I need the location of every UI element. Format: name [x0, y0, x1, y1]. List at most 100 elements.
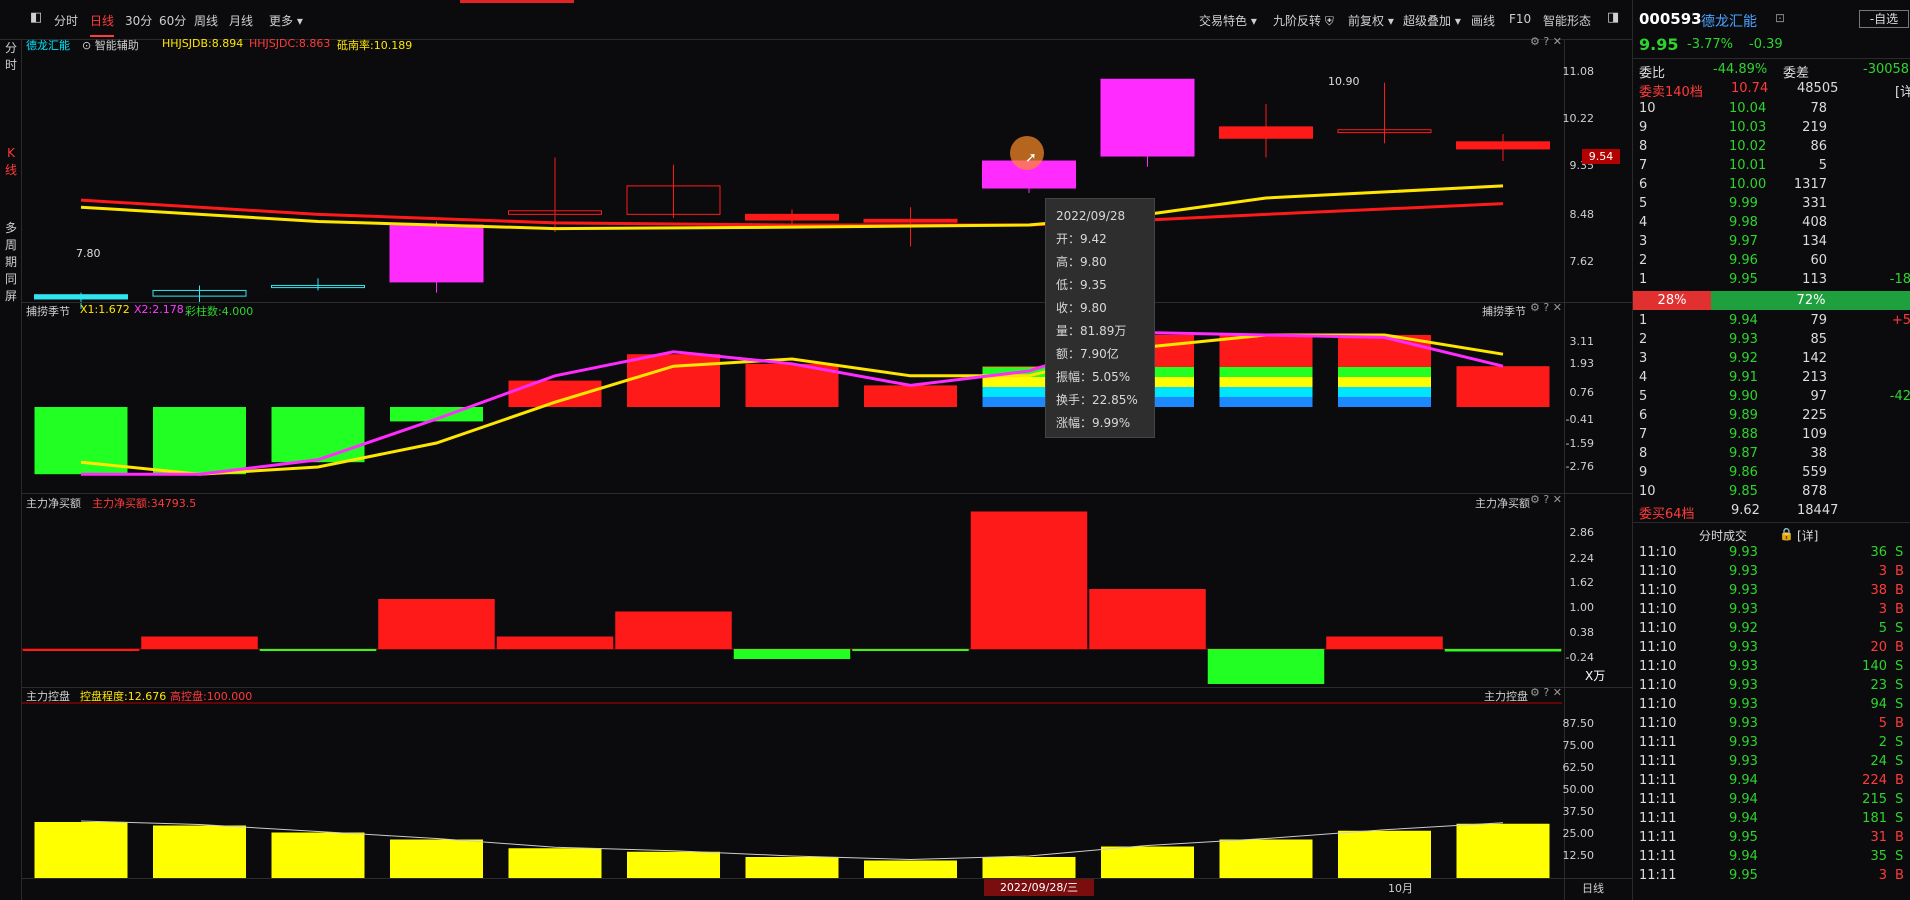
period-label: 日线 [1582, 882, 1604, 895]
ind-hhjsjdb: HHJSJDB:8.894 [162, 37, 244, 50]
panel3-controls[interactable]: ⚙ ? ✕ [1530, 493, 1562, 506]
tab-weekly[interactable]: 周线 [194, 12, 218, 29]
ask-level-row[interactable]: 7 10.01 5 [1633, 157, 1910, 176]
panel2-controls[interactable]: ⚙ ? ✕ [1530, 301, 1562, 314]
panel1-controls[interactable]: ⚙ ? ✕ [1530, 35, 1562, 48]
menu-fuquan[interactable]: 前复权 ▾ [1348, 12, 1394, 29]
trade-row: 11:10 9.93 5 B [1633, 715, 1910, 734]
bid-level-row[interactable]: 4 9.91 213 [1633, 369, 1910, 388]
season-bar [864, 385, 957, 407]
weibi-value: -44.89% [1713, 62, 1768, 77]
menu-f10[interactable]: F10 [1509, 12, 1531, 26]
netbuy-bar [1089, 589, 1206, 649]
level-volume: 86 [1810, 139, 1827, 154]
panel-divider [22, 878, 1632, 879]
ask-level-row[interactable]: 1 9.95 113 -18 [1633, 271, 1910, 290]
buy-depth-label: 委买64档 [1639, 507, 1695, 522]
nav-multi-period[interactable]: 多周期同屏 [4, 220, 18, 310]
trade-price: 9.93 [1729, 564, 1758, 579]
netbuy-bar [615, 611, 732, 649]
trade-row: 11:11 9.94 181 S [1633, 810, 1910, 829]
chart-area[interactable]: 德龙汇能 ⊙ 智能辅助 HHJSJDB:8.894 HHJSJDC:8.863 … [22, 35, 1632, 900]
tab-more[interactable]: 更多 ▾ [269, 12, 303, 29]
trade-volume: 224 [1862, 773, 1887, 788]
tooltip-amplitude: 振幅：5.05% [1056, 370, 1131, 384]
level-index: 8 [1639, 139, 1648, 154]
menu-nine-reverse[interactable]: 九阶反转 ⛨ [1273, 12, 1334, 29]
menu-pattern[interactable]: 智能形态 [1543, 12, 1591, 29]
netbuy-bar [259, 649, 377, 651]
ask-level-row[interactable]: 10 10.04 78 [1633, 100, 1910, 119]
price-tick: 10.22 [1562, 112, 1595, 125]
trade-time: 11:11 [1639, 773, 1677, 788]
ask-level-row[interactable]: 3 9.97 134 [1633, 233, 1910, 252]
level-index: 7 [1639, 427, 1648, 442]
watchlist-button[interactable]: -自选 [1859, 10, 1909, 28]
tab-60min[interactable]: 60分 [159, 12, 186, 29]
kline-chart[interactable] [22, 40, 1632, 900]
trades-detail-link[interactable]: [详] [1797, 527, 1818, 544]
ask-level-row[interactable]: 8 10.02 86 [1633, 138, 1910, 157]
trade-volume: 94 [1870, 697, 1887, 712]
level-price: 10.03 [1729, 120, 1767, 135]
level-volume: 113 [1802, 272, 1827, 287]
menu-trade-feature[interactable]: 交易特色 ▾ [1199, 12, 1257, 29]
toolbar-accent [460, 0, 574, 3]
sidebar-toggle-icon[interactable]: ◨ [1607, 10, 1619, 25]
trades-title: 分时成交 [1699, 529, 1748, 543]
control-bar [153, 825, 246, 878]
bid-level-row[interactable]: 5 9.90 97 -42 [1633, 388, 1910, 407]
trade-row: 11:10 9.93 94 S [1633, 696, 1910, 715]
level-price: 9.92 [1729, 351, 1758, 366]
control-tick: 37.50 [1562, 805, 1595, 818]
bid-level-row[interactable]: 3 9.92 142 [1633, 350, 1910, 369]
tab-monthly[interactable]: 月线 [229, 12, 253, 29]
tooltip-open: 开：9.42 [1056, 232, 1107, 246]
trade-price: 9.93 [1729, 659, 1758, 674]
ask-level-row[interactable]: 2 9.96 60 [1633, 252, 1910, 271]
menu-overlay[interactable]: 超级叠加 ▾ [1403, 12, 1461, 29]
level-volume: 225 [1802, 408, 1827, 423]
level-price: 9.97 [1729, 234, 1758, 249]
season-title: 捕捞季节 [26, 305, 70, 318]
price-tick: 8.48 [1569, 208, 1595, 221]
menu-draw[interactable]: 画线 [1471, 12, 1495, 29]
trade-volume: 24 [1870, 754, 1887, 769]
ask-level-row[interactable]: 4 9.98 408 [1633, 214, 1910, 233]
trade-row: 11:10 9.93 38 B [1633, 582, 1910, 601]
assist-label[interactable]: ⊙ 智能辅助 [82, 37, 139, 53]
ask-level-row[interactable]: 5 9.99 331 [1633, 195, 1910, 214]
candle-body [863, 218, 958, 223]
trade-row: 11:10 9.93 3 B [1633, 563, 1910, 582]
ask-level-row[interactable]: 9 10.03 219 [1633, 119, 1910, 138]
bid-level-row[interactable]: 8 9.87 38 [1633, 445, 1910, 464]
level-volume: 97 [1810, 389, 1827, 404]
layout-icon[interactable]: ◧ [30, 10, 42, 25]
control-bar [390, 839, 483, 878]
level-price: 9.89 [1729, 408, 1758, 423]
trade-price: 9.95 [1729, 868, 1758, 883]
level-price: 9.90 [1729, 389, 1758, 404]
bid-level-row[interactable]: 9 9.86 559 [1633, 464, 1910, 483]
control-bar [1219, 839, 1313, 878]
control-bar [745, 857, 839, 878]
level-index: 3 [1639, 351, 1648, 366]
trade-row: 11:11 9.93 2 S [1633, 734, 1910, 753]
control-bar [1101, 846, 1194, 878]
tab-30min[interactable]: 30分 [125, 12, 152, 29]
tab-daily[interactable]: 日线 [90, 12, 115, 37]
panel4-controls[interactable]: ⚙ ? ✕ [1530, 686, 1562, 699]
bid-level-row[interactable]: 10 9.85 878 [1633, 483, 1910, 502]
bid-level-row[interactable]: 2 9.93 85 [1633, 331, 1910, 350]
nav-kline[interactable]: K线 [4, 145, 18, 183]
bid-level-row[interactable]: 7 9.88 109 [1633, 426, 1910, 445]
nav-minute[interactable]: 分时 [4, 40, 18, 78]
bid-level-row[interactable]: 1 9.94 79 +5 [1633, 312, 1910, 331]
buy-depth-price: 9.62 [1731, 503, 1760, 518]
trade-price: 9.93 [1729, 697, 1758, 712]
bid-level-row[interactable]: 6 9.89 225 [1633, 407, 1910, 426]
pct-change: -3.77% [1687, 37, 1733, 52]
tab-minute[interactable]: 分时 [54, 12, 78, 29]
ask-level-row[interactable]: 6 10.00 1317 [1633, 176, 1910, 195]
sell-detail-link[interactable]: [详] [1895, 81, 1910, 100]
